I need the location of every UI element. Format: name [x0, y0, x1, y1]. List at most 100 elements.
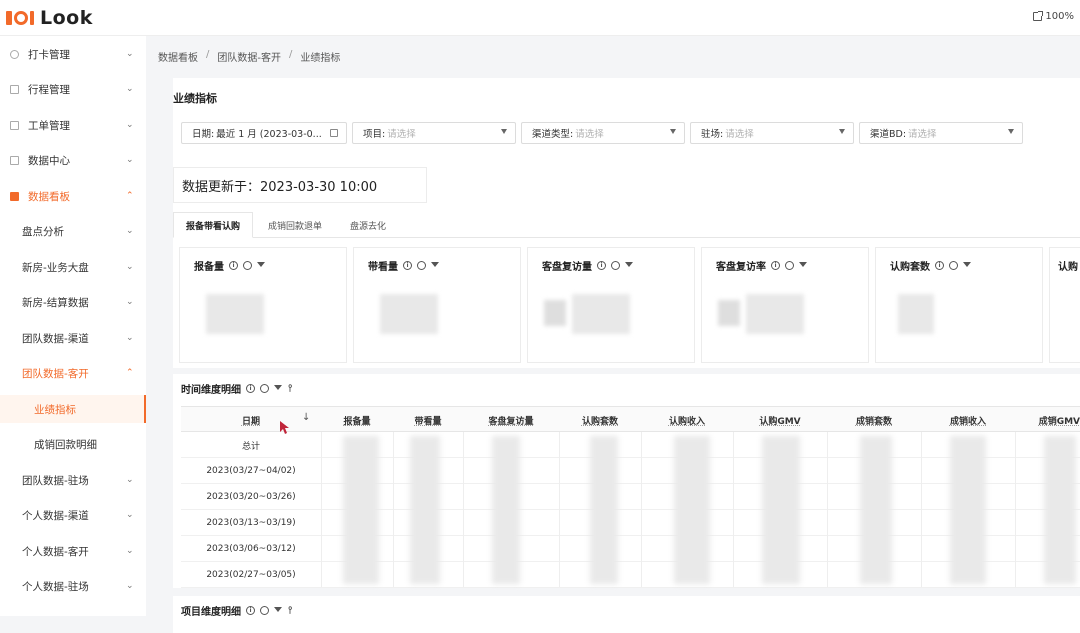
info-icon[interactable]: i [246, 384, 255, 393]
logo-icon [6, 10, 34, 25]
redacted-column [860, 436, 892, 584]
project-filter[interactable]: 项目: 请选择 [352, 122, 516, 144]
redacted-column [343, 436, 379, 584]
trend-icon[interactable] [785, 261, 794, 270]
section-title: 时间维度明细 [181, 385, 241, 396]
sidebar-item-team-client[interactable]: 团队数据-客开 ⌃ [0, 359, 146, 387]
trend-icon[interactable] [611, 261, 620, 270]
trip-icon [10, 84, 19, 94]
tab-report-visit-subscribe[interactable]: 报备带看认购 [173, 212, 253, 238]
zoom-control[interactable]: 100% [1033, 11, 1074, 22]
filter-icon[interactable] [799, 261, 808, 270]
info-icon[interactable]: i [229, 261, 238, 270]
calendar-icon [330, 129, 338, 137]
trend-icon[interactable] [260, 384, 269, 393]
column-header-revisit[interactable]: 客盘复访量 [463, 407, 559, 433]
redacted-column [950, 436, 986, 584]
redacted-column [410, 436, 440, 584]
sidebar-item-data-center[interactable]: 数据中心 ⌄ [0, 146, 146, 174]
column-header-sales-income[interactable]: 成销收入 [921, 407, 1015, 433]
sidebar-item-personal-client[interactable]: 个人数据-客开 ⌄ [0, 537, 146, 565]
sidebar-item-label: 行程管理 [28, 83, 70, 96]
tab-sales-payback-refund[interactable]: 成销回款退单 [255, 212, 335, 238]
column-header-subscribe-income[interactable]: 认购收入 [641, 407, 733, 433]
sidebar-item-trip[interactable]: 行程管理 ⌄ [0, 75, 146, 103]
sidebar-item-dashboard[interactable]: 数据看板 ⌃ [0, 182, 146, 210]
column-divider [393, 432, 394, 587]
filter-icon[interactable] [431, 261, 440, 270]
redacted-value [206, 294, 264, 334]
channel-type-filter-label: 渠道类型: [532, 129, 574, 140]
monitor-icon [10, 155, 19, 165]
sidebar-item-personal-channel[interactable]: 个人数据-渠道 ⌄ [0, 501, 146, 529]
filter-icon[interactable] [257, 261, 266, 270]
info-icon[interactable]: i [771, 261, 780, 270]
metric-card-subscribe-count: 认购套数 i [875, 247, 1043, 363]
column-divider [463, 432, 464, 587]
chevron-up-icon: ⌃ [126, 368, 134, 378]
info-icon[interactable]: i [246, 606, 255, 615]
table-row: 2023(03/20~03/26) [181, 484, 1080, 510]
redacted-value [718, 300, 740, 326]
filter-icon[interactable] [274, 606, 283, 615]
date-filter-value: 最近 1 月 (2023-03-0... [216, 129, 322, 140]
filter-icon[interactable] [963, 261, 972, 270]
column-divider [827, 432, 828, 587]
table-row: 2023(02/27~03/05) [181, 562, 1080, 588]
sidebar-item-sales-payback[interactable]: 成销回款明细 [0, 430, 146, 458]
sidebar-item-ticket[interactable]: 工单管理 ⌄ [0, 111, 146, 139]
breadcrumb-item: 业绩指标 [300, 53, 341, 64]
info-icon[interactable]: i [935, 261, 944, 270]
metric-card-visit: 带看量 i [353, 247, 521, 363]
sidebar-item-performance[interactable]: 业绩指标 [0, 395, 146, 423]
sidebar-item-label: 工单管理 [28, 119, 70, 132]
column-header-sales-gmv[interactable]: 成销GMV [1023, 407, 1080, 433]
sidebar-item-label: 数据看板 [28, 190, 70, 203]
metric-card-subscribe: 认购 [1049, 247, 1080, 363]
trend-icon[interactable] [243, 261, 252, 270]
sidebar: 打卡管理 ⌄ 行程管理 ⌄ 工单管理 ⌄ 数据中心 ⌄ 数据看板 ⌃ 盘点分析 … [0, 36, 146, 616]
pin-icon[interactable]: ⫯ [288, 383, 292, 394]
column-header-subscribe-count[interactable]: 认购套数 [559, 407, 641, 433]
column-header-sales-count[interactable]: 成销套数 [827, 407, 921, 433]
sidebar-item-label: 团队数据-客开 [22, 367, 89, 380]
column-header-date[interactable]: 日期 [181, 407, 321, 433]
trend-icon[interactable] [260, 606, 269, 615]
info-icon[interactable]: i [597, 261, 606, 270]
dropdown-arrow-icon [1008, 129, 1014, 134]
sidebar-item-inventory-analysis[interactable]: 盘点分析 ⌄ [0, 217, 146, 245]
sidebar-item-newhouse-settlement[interactable]: 新房-结算数据 ⌄ [0, 288, 146, 316]
column-header-report[interactable]: 报备量 [321, 407, 393, 433]
logo[interactable]: Look [6, 7, 93, 29]
sort-icon[interactable]: ↓ [302, 412, 310, 423]
pin-icon[interactable]: ⫯ [288, 605, 292, 616]
breadcrumb-item[interactable]: 数据看板 [158, 49, 198, 64]
sidebar-item-team-channel[interactable]: 团队数据-渠道 ⌄ [0, 324, 146, 352]
trend-icon[interactable] [417, 261, 426, 270]
trend-icon[interactable] [949, 261, 958, 270]
column-header-visit[interactable]: 带看量 [393, 407, 463, 433]
site-filter[interactable]: 驻场: 请选择 [690, 122, 854, 144]
date-filter[interactable]: 日期: 最近 1 月 (2023-03-0... [181, 122, 347, 144]
redacted-column [762, 436, 800, 584]
info-icon[interactable]: i [403, 261, 412, 270]
column-header-subscribe-gmv[interactable]: 认购GMV [733, 407, 827, 433]
sidebar-item-team-site[interactable]: 团队数据-驻场 ⌄ [0, 466, 146, 494]
sidebar-item-newhouse-business[interactable]: 新房-业务大盘 ⌄ [0, 253, 146, 281]
channel-bd-filter[interactable]: 渠道BD: 请选择 [859, 122, 1023, 144]
chevron-down-icon: ⌄ [126, 546, 134, 556]
sidebar-item-checkin[interactable]: 打卡管理 ⌄ [0, 40, 146, 68]
chevron-down-icon: ⌄ [126, 84, 134, 94]
metric-title: 客盘复访量 [542, 262, 592, 273]
chevron-down-icon: ⌄ [126, 333, 134, 343]
redacted-column [674, 436, 710, 584]
tab-inventory-depletion[interactable]: 盘源去化 [333, 212, 403, 238]
tabs: 报备带看认购 成销回款退单 盘源去化 [173, 212, 1080, 238]
metric-card-revisit-rate: 客盘复访率 i [701, 247, 869, 363]
filter-icon[interactable] [274, 384, 283, 393]
site-filter-label: 驻场: [701, 129, 724, 140]
channel-type-filter[interactable]: 渠道类型: 请选择 [521, 122, 685, 144]
sidebar-item-personal-site[interactable]: 个人数据-驻场 ⌄ [0, 572, 146, 600]
filter-icon[interactable] [625, 261, 634, 270]
breadcrumb-item[interactable]: 团队数据-客开 [217, 49, 281, 64]
